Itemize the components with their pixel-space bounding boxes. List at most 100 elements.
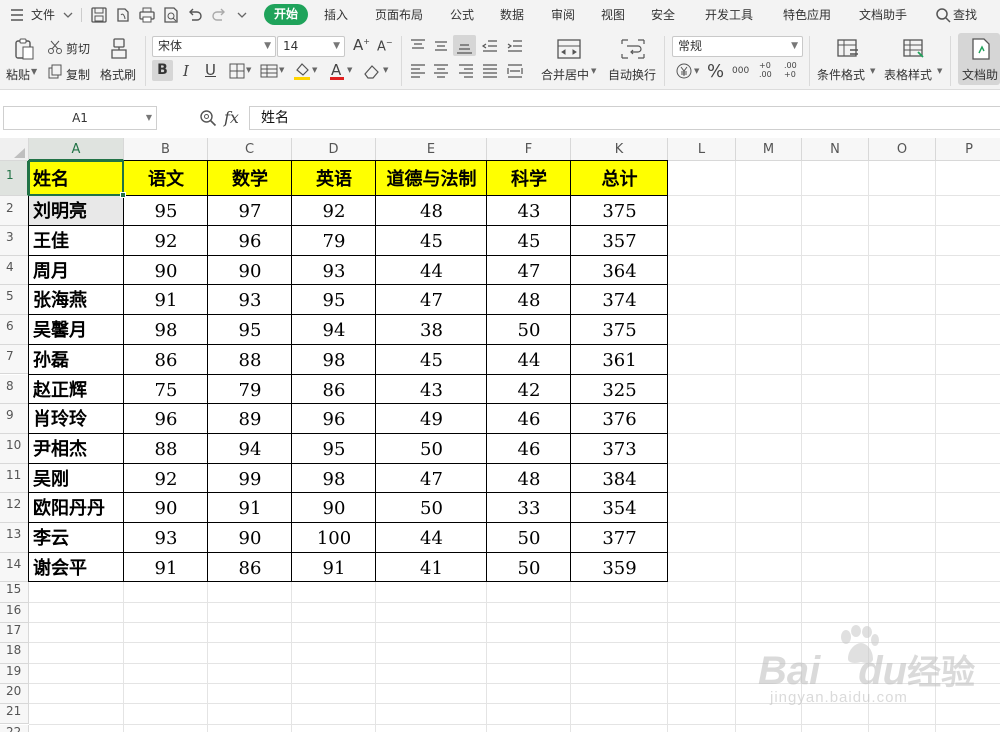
row-header-4[interactable]: 4: [0, 255, 29, 286]
name-cell[interactable]: 欧阳丹丹: [29, 493, 124, 523]
score-cell[interactable]: 95: [124, 196, 208, 226]
align-left-icon[interactable]: [409, 63, 427, 79]
file-menu[interactable]: 文件: [31, 0, 55, 30]
score-cell[interactable]: 375: [571, 196, 668, 226]
score-cell[interactable]: 91: [124, 285, 208, 315]
print-preview-icon[interactable]: [162, 6, 180, 24]
chevron-down-icon[interactable]: ▼: [347, 66, 352, 74]
chevron-down-icon[interactable]: ▼: [870, 67, 875, 75]
score-cell[interactable]: 50: [487, 523, 571, 553]
tab-home[interactable]: 开始: [264, 4, 309, 25]
distributed-align-icon[interactable]: [506, 63, 524, 79]
score-cell[interactable]: 377: [571, 523, 668, 553]
column-header-k[interactable]: K: [571, 138, 668, 161]
currency-icon[interactable]: [675, 62, 693, 80]
score-cell[interactable]: 41: [376, 553, 487, 583]
score-cell[interactable]: 94: [292, 315, 376, 345]
score-cell[interactable]: 359: [571, 553, 668, 583]
column-header-f[interactable]: F: [487, 138, 571, 161]
row-header-17[interactable]: 17: [0, 623, 29, 644]
score-cell[interactable]: 88: [208, 345, 292, 375]
table-style-button[interactable]: 表格样式: [884, 66, 932, 83]
score-cell[interactable]: 48: [487, 285, 571, 315]
column-header-c[interactable]: C: [208, 138, 292, 161]
name-cell[interactable]: 吴馨月: [29, 315, 124, 345]
tab-formulas[interactable]: 公式: [450, 0, 474, 30]
score-cell[interactable]: 43: [376, 375, 487, 405]
score-cell[interactable]: 93: [208, 285, 292, 315]
row-header-8[interactable]: 8: [0, 374, 29, 405]
font-name-select[interactable]: 宋体 ▼: [152, 36, 276, 57]
name-cell[interactable]: 周月: [29, 256, 124, 286]
wrap-text-button[interactable]: 自动换行: [608, 66, 656, 83]
column-header-b[interactable]: B: [124, 138, 208, 161]
number-format-select[interactable]: 常规 ▼: [672, 36, 803, 57]
align-middle-icon[interactable]: [432, 38, 450, 54]
thousands-separator-button[interactable]: 000: [732, 66, 749, 76]
header-cell[interactable]: 总计: [571, 161, 668, 196]
column-header-l[interactable]: L: [668, 138, 736, 161]
header-cell[interactable]: 科学: [487, 161, 571, 196]
tab-developer[interactable]: 开发工具: [705, 0, 753, 30]
header-cell[interactable]: 道德与法制: [376, 161, 487, 196]
paste-icon[interactable]: [12, 37, 36, 61]
row-header-7[interactable]: 7: [0, 344, 29, 375]
score-cell[interactable]: 95: [292, 434, 376, 464]
score-cell[interactable]: 45: [487, 226, 571, 256]
score-cell[interactable]: 47: [376, 285, 487, 315]
font-size-select[interactable]: 14 ▼: [277, 36, 345, 57]
doc-helper-button[interactable]: 文档助: [958, 33, 1000, 85]
row-header-22[interactable]: 22: [0, 724, 29, 732]
insert-function-button[interactable]: fx: [224, 108, 239, 127]
header-cell[interactable]: 英语: [292, 161, 376, 196]
score-cell[interactable]: 100: [292, 523, 376, 553]
decrease-decimal-button[interactable]: .00 +0: [784, 61, 800, 79]
percent-button[interactable]: %: [707, 61, 724, 82]
score-cell[interactable]: 46: [487, 404, 571, 434]
score-cell[interactable]: 45: [376, 226, 487, 256]
score-cell[interactable]: 92: [124, 464, 208, 494]
score-cell[interactable]: 384: [571, 464, 668, 494]
score-cell[interactable]: 88: [124, 434, 208, 464]
row-header-15[interactable]: 15: [0, 582, 29, 603]
chevron-down-icon[interactable]: ▼: [383, 66, 388, 74]
font-color-icon[interactable]: A: [329, 60, 345, 82]
score-cell[interactable]: 86: [208, 553, 292, 583]
decrease-font-icon[interactable]: A−: [377, 38, 393, 54]
score-cell[interactable]: 86: [292, 375, 376, 405]
score-cell[interactable]: 79: [292, 226, 376, 256]
header-cell[interactable]: 语文: [124, 161, 208, 196]
name-cell[interactable]: 肖玲玲: [29, 404, 124, 434]
formula-input[interactable]: 姓名: [249, 106, 1000, 130]
score-cell[interactable]: 50: [487, 553, 571, 583]
score-cell[interactable]: 89: [208, 404, 292, 434]
chevron-down-icon[interactable]: ▼: [937, 67, 942, 75]
redo-icon[interactable]: [210, 6, 228, 24]
score-cell[interactable]: 361: [571, 345, 668, 375]
align-bottom-button[interactable]: [453, 35, 476, 56]
justify-icon[interactable]: [481, 63, 499, 79]
column-header-e[interactable]: E: [376, 138, 487, 161]
increase-decimal-button[interactable]: +0 .00: [759, 61, 775, 79]
score-cell[interactable]: 47: [376, 464, 487, 494]
score-cell[interactable]: 48: [487, 464, 571, 494]
search-icon[interactable]: [935, 7, 953, 25]
row-header-21[interactable]: 21: [0, 704, 29, 725]
chevron-down-icon[interactable]: ▼: [246, 66, 251, 74]
score-cell[interactable]: 364: [571, 256, 668, 286]
row-header-6[interactable]: 6: [0, 315, 29, 345]
name-cell[interactable]: 王佳: [29, 226, 124, 256]
copy-button[interactable]: 复制: [66, 66, 90, 83]
score-cell[interactable]: 96: [124, 404, 208, 434]
score-cell[interactable]: 49: [376, 404, 487, 434]
score-cell[interactable]: 47: [487, 256, 571, 286]
score-cell[interactable]: 48: [376, 196, 487, 226]
row-header-20[interactable]: 20: [0, 683, 29, 705]
score-cell[interactable]: 33: [487, 493, 571, 523]
score-cell[interactable]: 92: [292, 196, 376, 226]
score-cell[interactable]: 325: [571, 375, 668, 405]
score-cell[interactable]: 50: [376, 493, 487, 523]
tab-insert[interactable]: 插入: [324, 0, 348, 30]
name-box[interactable]: A1 ▼: [3, 106, 157, 130]
header-cell[interactable]: 数学: [208, 161, 292, 196]
